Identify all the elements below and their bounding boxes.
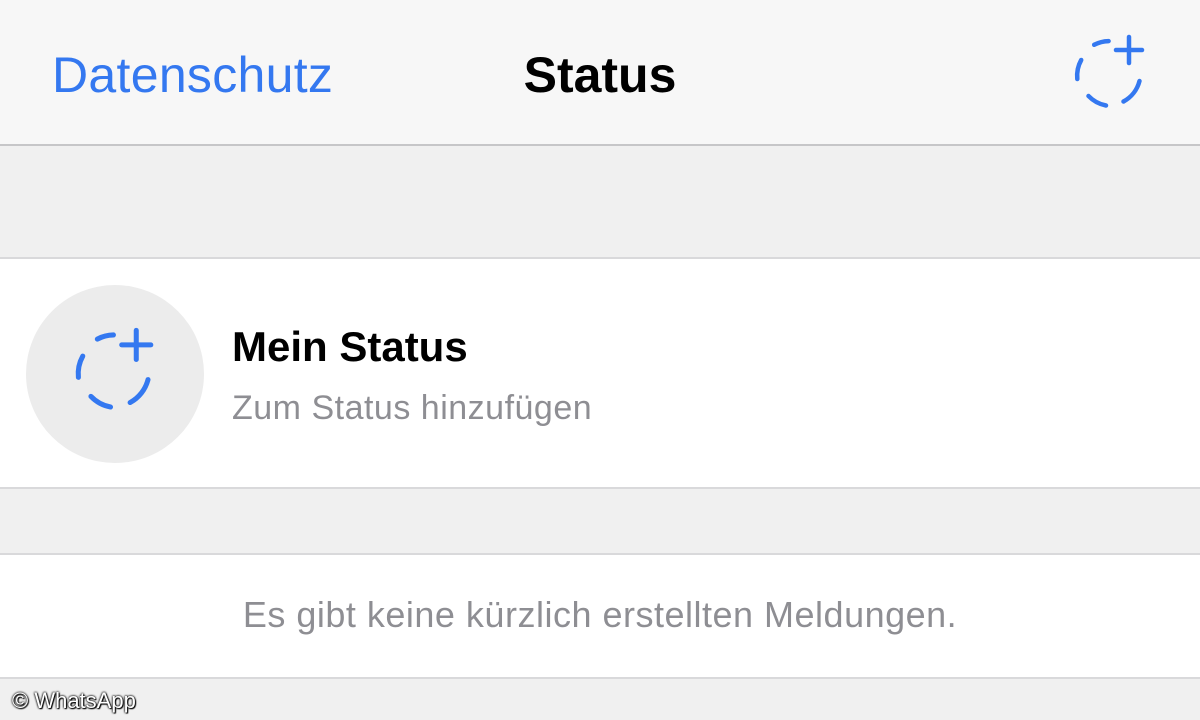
copyright-watermark: © WhatsApp xyxy=(12,688,136,713)
my-status-title: Mein Status xyxy=(232,323,468,370)
add-status-icon xyxy=(75,327,154,410)
add-status-icon xyxy=(1074,34,1145,108)
page-title-text: Status xyxy=(523,47,677,103)
privacy-back-button[interactable]: Datenschutz xyxy=(52,42,333,108)
empty-updates-row: Es gibt keine kürzlich erstellten Meldun… xyxy=(0,553,1200,679)
my-status-row[interactable]: Mein Status Zum Status hinzufügen xyxy=(0,257,1200,489)
empty-updates-message: Es gibt keine kürzlich erstellten Meldun… xyxy=(242,594,958,635)
add-status-button[interactable] xyxy=(1068,34,1152,118)
my-status-subtitle: Zum Status hinzufügen xyxy=(232,389,593,427)
navigation-bar: Datenschutz Status xyxy=(0,0,1200,146)
avatar[interactable] xyxy=(26,285,204,463)
